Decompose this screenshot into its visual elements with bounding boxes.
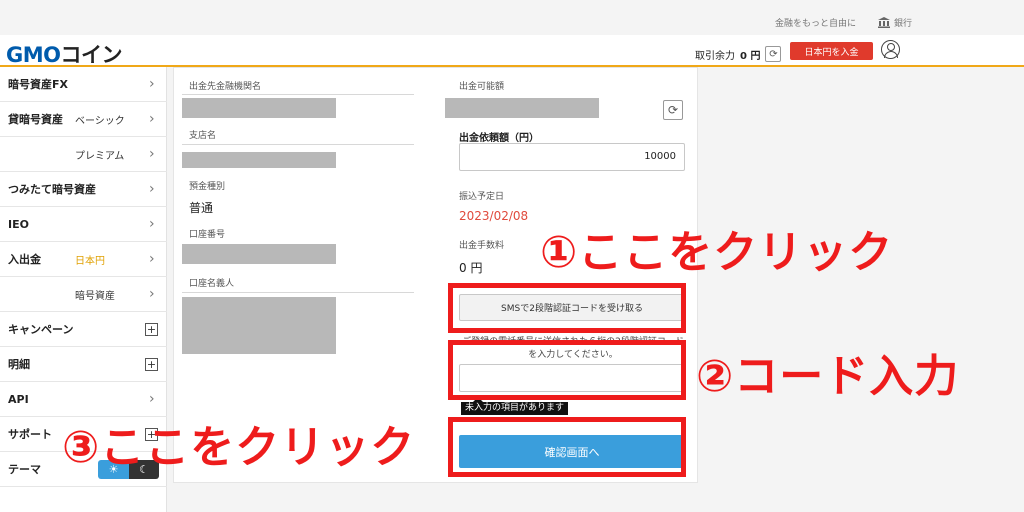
balance-value: 0 円 (740, 50, 761, 62)
error-tooltip: 未入力の項目があります (461, 397, 569, 415)
chevron-right-icon: › (149, 286, 155, 302)
chevron-right-icon: › (149, 181, 155, 197)
utility-links: 金融をもっと自由に 銀行 (775, 16, 912, 29)
redacted-account-number (182, 244, 336, 264)
redacted-branch (182, 152, 336, 168)
fee-label: 出金手数料 (459, 241, 505, 251)
sidebar-item-label: 明細 (8, 358, 30, 371)
user-icon[interactable] (881, 40, 900, 59)
tagline-link[interactable]: 金融をもっと自由に (775, 16, 856, 29)
sidebar-item-lending-premium[interactable]: プレミアム › (0, 137, 167, 172)
request-amount-label: 出金依頼額（円） (459, 133, 539, 144)
sidebar-item-label: テーマ (8, 463, 41, 476)
deposit-jpy-button[interactable]: 日本円を入金 (790, 42, 873, 60)
sidebar-item-ieo[interactable]: IEO › (0, 207, 167, 242)
top-utility-bar: 金融をもっと自由に 銀行 (0, 0, 1024, 35)
sidebar-item-deposit-crypto[interactable]: 暗号資産 › (0, 277, 167, 312)
plus-icon: + (145, 357, 158, 371)
sidebar-item-tsumitate[interactable]: つみたて暗号資産 › (0, 172, 167, 207)
sidebar-item-api[interactable]: API › (0, 382, 167, 417)
redacted-bank-name (182, 98, 336, 118)
sidebar-item-label: キャンペーン (8, 323, 74, 336)
divider (182, 292, 414, 293)
available-label: 出金可能額 (459, 82, 505, 92)
logo-gmo: GMO (6, 43, 61, 67)
chevron-right-icon: › (149, 76, 155, 92)
sidebar-item-label: サポート (8, 428, 52, 441)
bank-icon (877, 17, 890, 28)
sidebar-subitem-label: ベーシック (75, 115, 125, 127)
logo-coin: コイン (60, 43, 123, 67)
balance-label: 取引余力 (695, 50, 735, 62)
chevron-right-icon: › (149, 146, 155, 162)
account-type-value: 普通 (189, 201, 214, 215)
redacted-account-holder (182, 297, 336, 354)
divider (182, 144, 414, 145)
account-number-label: 口座番号 (189, 230, 226, 240)
balance-refresh-icon[interactable]: ⟳ (765, 46, 782, 62)
annotation-step1-text: ①ここをクリック (540, 227, 894, 278)
chevron-right-icon: › (149, 216, 155, 232)
bank-link-label: 銀行 (893, 19, 912, 29)
sidebar-item-lending-basic[interactable]: 貸暗号資産 ベーシック › (0, 102, 167, 137)
sidebar-item-details[interactable]: 明細 + (0, 347, 167, 382)
transfer-date-label: 振込予定日 (459, 192, 505, 202)
annotation-box-step3 (448, 417, 686, 477)
fee-value: 0 円 (459, 261, 483, 275)
chevron-right-icon: › (149, 251, 155, 267)
sidebar-subitem-label: プレミアム (75, 150, 125, 162)
refresh-icon[interactable]: ⟳ (663, 100, 683, 120)
sidebar-item-label: IEO (8, 217, 29, 231)
divider (182, 94, 414, 95)
sidebar-subitem-label-active: 日本円 (75, 255, 105, 267)
sidebar-item-label: API (8, 392, 29, 406)
balance-display: 取引余力 0 円 ⟳ (695, 46, 782, 62)
chevron-right-icon: › (149, 391, 155, 407)
sidebar-subitem-label: 暗号資産 (75, 290, 115, 302)
withdraw-amount-input[interactable]: 10000 (459, 143, 685, 171)
account-type-label: 預金種別 (189, 182, 226, 192)
annotation-box-step1 (448, 283, 686, 333)
redacted-available-amount (445, 98, 599, 118)
chevron-right-icon: › (149, 111, 155, 127)
sidebar-item-label: 入出金 (8, 253, 41, 266)
sidebar-item-fx[interactable]: 暗号資産FX › (0, 67, 167, 102)
bank-link[interactable]: 銀行 (877, 16, 912, 29)
branch-label: 支店名 (189, 131, 217, 141)
plus-icon: + (145, 322, 158, 336)
bank-name-label: 出金先金融機関名 (189, 82, 262, 92)
sidebar-item-campaign[interactable]: キャンペーン + (0, 312, 167, 347)
sidebar-item-deposit-jpy[interactable]: 入出金 日本円 › (0, 242, 167, 277)
annotation-box-step2 (448, 340, 686, 400)
annotation-step3-text: ③ここをクリック (62, 422, 416, 473)
transfer-date-value: 2023/02/08 (459, 209, 529, 223)
screen: 金融をもっと自由に 銀行 GMOコイン 取引余力 0 円 ⟳ 日本円を入金 暗号… (0, 0, 1024, 512)
sidebar-item-label: つみたて暗号資産 (8, 183, 96, 196)
sidebar-item-label: 暗号資産FX (8, 78, 68, 91)
gmo-coin-logo[interactable]: GMOコイン (6, 39, 122, 69)
annotation-step2-text: ②コード入力 (696, 351, 960, 402)
header: GMOコイン 取引余力 0 円 ⟳ 日本円を入金 (0, 35, 1024, 67)
account-holder-label: 口座名義人 (189, 279, 235, 289)
sidebar-item-label: 貸暗号資産 (8, 113, 63, 126)
